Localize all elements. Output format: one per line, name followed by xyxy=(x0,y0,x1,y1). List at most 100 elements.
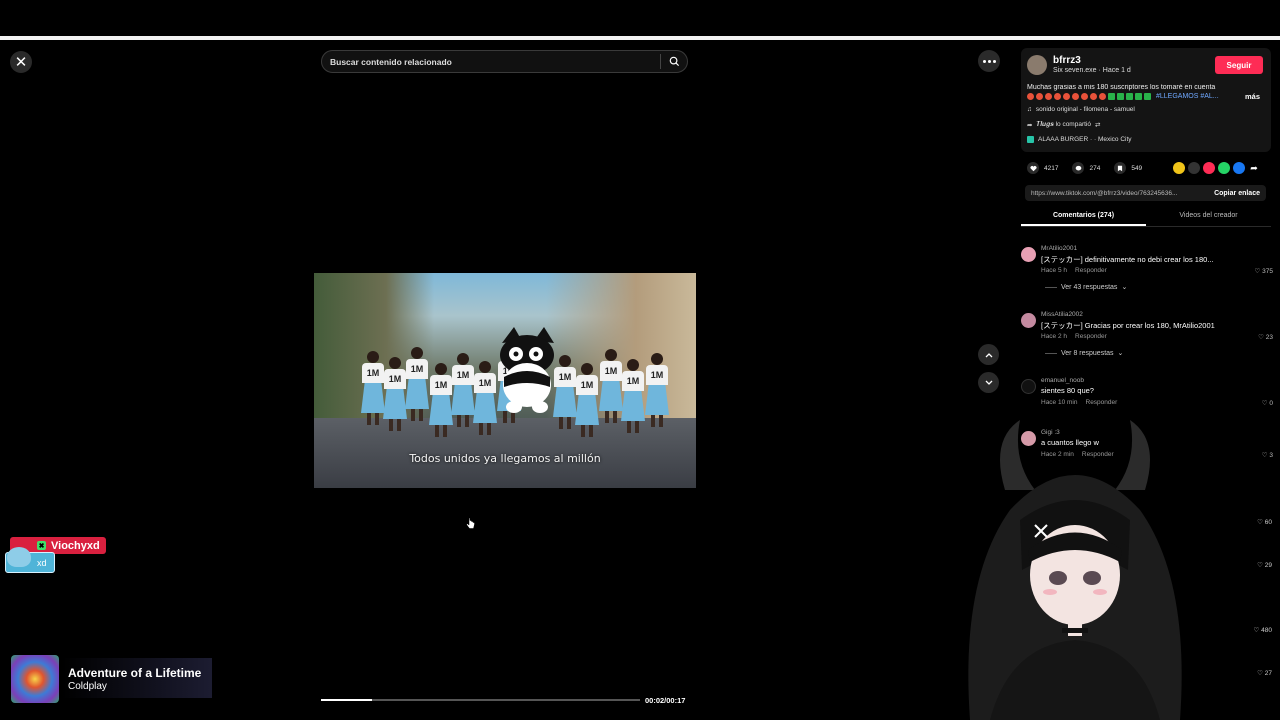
more-options-button[interactable] xyxy=(978,50,1000,72)
search-icon xyxy=(669,56,679,67)
shared-by-text: 𝑻𝒍𝒖𝒈𝒔 lo compartió xyxy=(1036,121,1091,128)
comment-item: MissAtilia2002 [ステッカー] Gracias por crear… xyxy=(1021,311,1273,366)
dancer: 1M xyxy=(473,361,497,435)
share-buttons: ➦ xyxy=(1173,162,1260,174)
comment-like-count: 27 xyxy=(1264,670,1272,677)
dancer: 1M xyxy=(621,359,645,433)
comment-like-count: 3 xyxy=(1269,452,1273,459)
view-replies-button[interactable]: Ver 8 respuestas ⌄ xyxy=(1045,349,1123,357)
description-emoji-row: #LLEGAMOS #AL... xyxy=(1027,93,1219,100)
now-playing-title: Adventure of a Lifetime xyxy=(68,666,202,680)
dancer: 1M xyxy=(451,353,475,427)
tab-comments[interactable]: Comentarios (274) xyxy=(1021,208,1146,226)
close-button[interactable]: ✕ xyxy=(10,51,32,73)
comment-like-button[interactable]: ♡ 375 xyxy=(1255,267,1274,275)
dancer: 1M xyxy=(575,363,599,437)
shared-by-row[interactable]: ➦ 𝑻𝒍𝒖𝒈𝒔 lo compartió ⇄ xyxy=(1027,121,1100,129)
mouse-cursor-icon xyxy=(466,518,475,529)
bookmark-icon xyxy=(1114,162,1127,174)
comment-username[interactable]: MrAtilio2001 xyxy=(1041,245,1077,252)
save-count: 549 xyxy=(1131,164,1143,172)
comment-like-button[interactable]: ♡ 0 xyxy=(1262,399,1273,407)
dancer: 1M xyxy=(599,349,623,423)
chat-username: Viochyxd xyxy=(51,539,100,552)
dancer: 1M xyxy=(405,347,429,421)
progress-bar[interactable] xyxy=(321,699,640,701)
author-subtitle: Six seven.exe · Hace 1 d xyxy=(1053,67,1131,74)
follow-button[interactable]: Seguir xyxy=(1215,56,1263,74)
facebook-icon[interactable] xyxy=(1233,162,1245,174)
emoji-share-icon[interactable] xyxy=(1173,162,1185,174)
location-row[interactable]: ALAAA BURGER · · Mexico City xyxy=(1027,136,1132,143)
video-subtitle: Todos unidos ya llegamos al millón xyxy=(409,452,601,465)
search-button[interactable] xyxy=(661,51,687,72)
share-arrow-icon[interactable]: ➦ xyxy=(1248,162,1260,174)
commenter-avatar[interactable] xyxy=(1021,247,1036,262)
view-replies-text: Ver 8 respuestas xyxy=(1061,349,1114,357)
reply-button[interactable]: Responder xyxy=(1086,399,1118,406)
more-link[interactable]: más xyxy=(1245,92,1260,101)
dancer: 1M xyxy=(361,351,385,425)
comment-like-button[interactable]: ♡ 29 xyxy=(1257,561,1272,569)
comment-like-count: 0 xyxy=(1269,400,1273,407)
copy-link-box: https://www.tiktok.com/@bfrrz3/video/763… xyxy=(1025,185,1266,201)
comment-username[interactable]: MissAtilia2002 xyxy=(1041,311,1083,318)
author-name[interactable]: bfrrz3 xyxy=(1053,55,1081,66)
commenter-avatar[interactable] xyxy=(1021,379,1036,394)
now-playing-album-art xyxy=(11,655,59,703)
view-replies-text: Ver 43 respuestas xyxy=(1061,283,1118,291)
like-button[interactable]: 4217 xyxy=(1027,162,1058,174)
action-bar: 4217 274 549 xyxy=(1027,162,1156,174)
comment-like-button[interactable]: ♡ 60 xyxy=(1257,518,1272,526)
video-description: Muchas grasias a mis 180 suscriptores lo… xyxy=(1027,84,1216,91)
comment-like-count: 23 xyxy=(1265,334,1273,341)
comment-like-count: 480 xyxy=(1261,627,1272,634)
comment-like-button[interactable]: ♡ 480 xyxy=(1254,626,1273,634)
reply-button[interactable]: Responder xyxy=(1075,267,1107,274)
send-icon[interactable] xyxy=(1203,162,1215,174)
embed-icon[interactable] xyxy=(1188,162,1200,174)
browser-top-strip xyxy=(0,0,1280,36)
repost-icon: ⇄ xyxy=(1095,122,1101,129)
previous-video-button[interactable] xyxy=(978,344,999,365)
commenter-avatar[interactable] xyxy=(1021,313,1036,328)
tab-creator-videos[interactable]: Videos del creador xyxy=(1146,208,1271,226)
comment-like-count: 29 xyxy=(1264,562,1272,569)
cat-sticker xyxy=(500,327,554,413)
panel-tabs: Comentarios (274) Videos del creador xyxy=(1021,208,1271,227)
moderator-badge-icon: ✖ xyxy=(37,541,46,550)
comment-like-button[interactable]: ♡ 3 xyxy=(1262,451,1273,459)
hashtags[interactable]: #LLEGAMOS #AL... xyxy=(1156,93,1219,100)
chevron-down-icon: ⌄ xyxy=(1117,350,1124,357)
copy-link-button[interactable]: Copiar enlace xyxy=(1214,190,1260,197)
comment-like-button[interactable]: ♡ 27 xyxy=(1257,669,1272,677)
comment-button[interactable]: 274 xyxy=(1072,162,1100,174)
chevron-down-icon: ⌄ xyxy=(1121,284,1128,291)
view-replies-button[interactable]: Ver 43 respuestas ⌄ xyxy=(1045,283,1127,291)
dancer: 1M xyxy=(383,357,407,431)
comment-item: MrAtilio2001 [ステッカー] definitivamente no … xyxy=(1021,245,1273,300)
comment-time: Hace 5 h xyxy=(1041,267,1068,274)
close-icon: ✕ xyxy=(14,54,28,71)
share-arrow-icon: ➦ xyxy=(1027,122,1033,129)
save-button[interactable]: 549 xyxy=(1114,162,1142,174)
chevron-down-icon xyxy=(985,380,992,385)
dancer: 1M xyxy=(645,353,669,427)
video-url[interactable]: https://www.tiktok.com/@bfrrz3/video/763… xyxy=(1031,190,1203,197)
whatsapp-icon[interactable] xyxy=(1218,162,1230,174)
heart-icon xyxy=(1027,162,1039,174)
comment-text: [ステッカー] definitivamente no debi crear lo… xyxy=(1041,255,1214,264)
comment-time: Hace 10 min xyxy=(1041,399,1078,406)
comment-like-button[interactable]: ♡ 23 xyxy=(1258,333,1273,341)
search-input[interactable] xyxy=(322,56,660,67)
progress-fill xyxy=(321,699,373,701)
sound-row[interactable]: ♫ sonido original - filomena - samuel xyxy=(1027,106,1135,113)
comment-username[interactable]: emanuel_noob xyxy=(1041,377,1084,384)
comment-count: 274 xyxy=(1089,164,1101,172)
author-avatar[interactable] xyxy=(1027,55,1047,75)
vtuber-avatar xyxy=(968,420,1182,720)
next-video-button[interactable] xyxy=(978,372,999,393)
reply-button[interactable]: Responder xyxy=(1075,333,1107,340)
map-pin-icon xyxy=(1027,136,1034,143)
music-note-icon: ♫ xyxy=(1027,106,1032,113)
